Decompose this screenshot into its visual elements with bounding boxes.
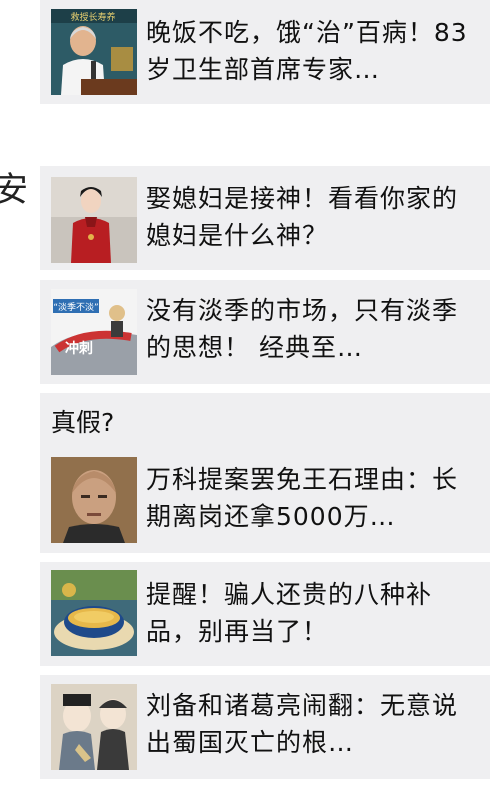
bald-man-portrait-photo bbox=[51, 457, 137, 543]
article-card[interactable]: “淡季不淡” 冲刺 没有淡季的市场，只有淡季的思想！ 经典至… bbox=[40, 280, 490, 384]
article-title: 没有淡季的市场，只有淡季的思想！ 经典至… bbox=[146, 296, 459, 362]
article-title: 提醒！骗人还贵的八种补品，别再当了！ bbox=[146, 580, 433, 646]
thumb-caption-text: “淡季不淡” bbox=[53, 301, 98, 313]
article-feed: 安 救授长寿养 晚饭不吃，饿“治”百病！83岁卫生部首席专家… 娶媳妇是接神！看… bbox=[0, 0, 500, 807]
article-card[interactable]: 救授长寿养 晚饭不吃，饿“治”百病！83岁卫生部首席专家… bbox=[40, 0, 490, 104]
section-label: 真假? bbox=[51, 408, 115, 437]
soup-bowl-photo bbox=[51, 570, 137, 656]
article-card[interactable]: 刘备和诸葛亮闹翻：无意说出蜀国灭亡的根… bbox=[40, 675, 490, 779]
article-card[interactable]: 提醒！骗人还贵的八种补品，别再当了！ bbox=[40, 562, 490, 666]
woman-in-red-dress-photo bbox=[51, 177, 137, 263]
article-title: 娶媳妇是接神！看看你家的媳妇是什么神？ bbox=[146, 184, 459, 250]
article-title: 刘备和诸葛亮闹翻：无意说出蜀国灭亡的根… bbox=[146, 691, 459, 757]
svg-text:救授长寿养: 救授长寿养 bbox=[70, 11, 115, 23]
article-card[interactable]: 娶媳妇是接神！看看你家的媳妇是什么神？ bbox=[40, 166, 490, 270]
clipped-side-text: 安 bbox=[0, 170, 28, 210]
article-title: 万科提案罢免王石理由：长期离岗还拿5000万… bbox=[146, 465, 459, 531]
speaker-at-podium-photo: 救授长寿养 bbox=[51, 9, 137, 95]
article-card[interactable]: 真假? 万科提案罢免王石理由：长期离岗还拿5000万… bbox=[40, 393, 490, 553]
three-kingdoms-cartoon bbox=[51, 684, 137, 770]
article-title: 晚饭不吃，饿“治”百病！83岁卫生部首席专家… bbox=[146, 18, 468, 84]
sales-slogan-illustration: “淡季不淡” 冲刺 bbox=[51, 289, 137, 375]
thumb-slogan-text: 冲刺 bbox=[65, 340, 93, 357]
